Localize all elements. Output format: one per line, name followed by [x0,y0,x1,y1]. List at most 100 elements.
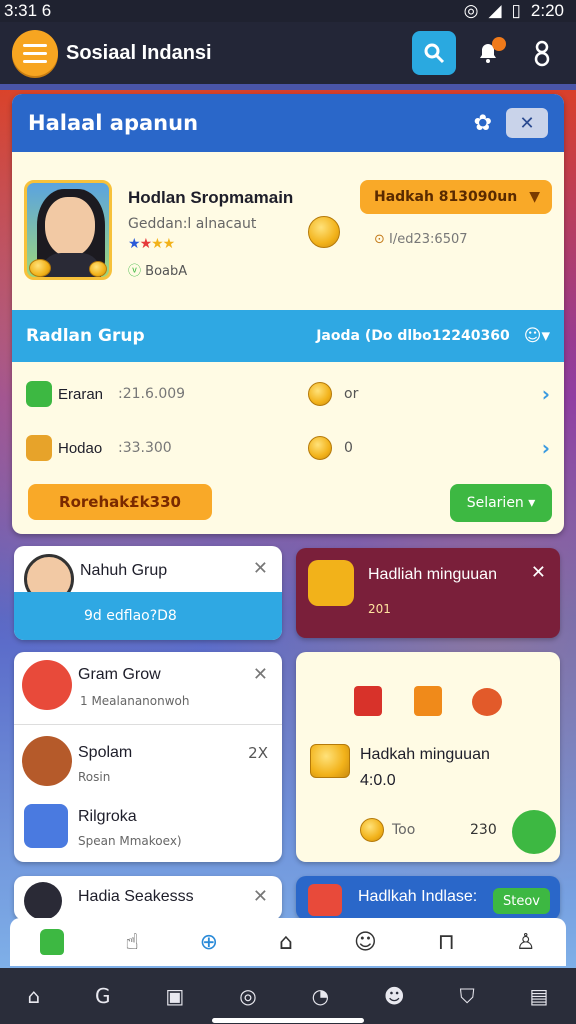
card-list: Gram Grow ✕ 1 Mealananonwoh Spolam 2X Ro… [14,652,282,862]
card-item-title: Gram Grow [78,666,161,683]
card-partial-blue[interactable]: Hadlkah Indlase: Steov [296,876,560,920]
row-label: Hodao [58,439,103,457]
group-bar[interactable]: Radlan Grup Jaoda (Do dlbo12240360 ☺▾ [12,310,564,362]
main-panel-title: Halaal apanun [28,111,199,135]
search-icon [424,43,445,64]
menu-button[interactable] [12,30,58,76]
card-button-label: Steov [503,893,540,909]
compass-icon[interactable]: ◔ [312,984,329,1008]
chevron-right-icon[interactable]: › [542,382,550,406]
card-right-label: 230 [470,822,497,838]
row-extra: or [344,386,359,402]
card-subtitle: 9d edflao?D8 [84,608,177,624]
reward-pill[interactable]: Hadkah 813090un ▼ [360,180,552,214]
notification-badge [492,37,506,51]
close-icon[interactable]: ✕ [253,886,268,907]
g-icon[interactable]: G [95,984,111,1008]
coin-icon [308,436,332,460]
profile-id: ⊙ I/ed23:6507 [374,232,468,247]
bonus-label: Rorehak£k330 [59,493,181,511]
shield-icon[interactable]: ⛉ [460,984,475,1008]
app-title: Sosiaal Indansi [66,41,212,64]
face-icon [472,688,502,716]
bonus-button[interactable]: Rorehak£k330 [28,484,212,520]
card-subtitle: 201 [368,602,391,616]
card-title: Hadliah minguuan [368,566,497,583]
profile-section: Hodlan Sropmamain Geddan:l alnacaut ★★★★… [24,180,554,290]
fab-button[interactable] [512,810,556,854]
avatar[interactable] [24,180,112,280]
home-icon[interactable]: ⌂ [27,984,40,1008]
profile-badge: ⓥ BoabA [128,260,187,279]
alarm-icon: ◎ [463,1,479,20]
card-button[interactable]: Steov [493,888,550,914]
close-icon[interactable]: ✕ [531,562,546,583]
close-button[interactable]: ✕ [506,108,548,138]
list-item[interactable]: Hodao :33.300 0 › [26,426,550,470]
hand-icon[interactable]: ☝ [125,930,138,955]
profile-name: Hodlan Sropmamain [128,188,294,207]
coin-icon [29,259,51,277]
row-value: :33.300 [118,440,172,456]
card-title: Hadkah minguuan [360,746,490,763]
chat-icon[interactable]: ▣ [165,984,184,1008]
home-tab-icon[interactable] [40,929,65,955]
avatar [24,882,62,920]
select-button[interactable]: Selarien ▾ [450,484,552,522]
rating-stars: ★★★★ [128,236,175,252]
card-item-sub: Rosin [78,770,111,784]
search-button[interactable] [412,31,456,75]
box-icon [414,686,442,716]
profile-badge-label: BoabA [145,264,188,279]
gift-icon [354,686,382,716]
close-icon[interactable]: ✕ [253,664,268,685]
battery-icon: ▯ [511,1,521,20]
notification-button[interactable] [466,31,510,75]
card-item-title: Spolam [78,744,133,761]
shop-icon [308,884,342,916]
profile-subtitle: Geddan:l alnacaut [128,216,257,232]
chevron-right-icon[interactable]: › [542,436,550,460]
row-value: :21.6.009 [118,386,186,402]
card-item-sub: 1 Mealananonwoh [80,694,190,708]
signal-icon: ◢ [488,1,502,20]
bottom-nav: ☝ ⊕ ⌂ ☺ ⊓ ♙ [10,918,566,966]
list-item[interactable]: Eraran :21.6.009 or › [26,372,550,416]
card-weekly-reward[interactable]: Hadliah minguuan ✕ 201 [296,548,560,638]
card-subtitle-bar: 9d edflao?D8 [14,592,282,640]
box-icon [24,804,68,848]
search-tab-icon[interactable]: ⊕ [200,930,218,955]
status-time-left: 3:31 6 [4,1,52,20]
gift-sys-icon[interactable]: ▤ [530,984,549,1008]
status-time-right: 2:20 [530,1,564,20]
search-sys-icon[interactable]: ◎ [239,984,256,1008]
avatar [22,660,72,710]
face-tab-icon[interactable]: ☺ [354,930,377,955]
person-icon[interactable]: ♙ [516,930,536,955]
box-icon [26,435,52,461]
card-weekly-bonus[interactable]: Hadkah minguuan 4:0.0 Too 230 [296,652,560,862]
coin-stack-icon [310,744,350,778]
card-value: 4:0.0 [360,772,396,789]
home-indicator [212,1018,364,1023]
coin-icon [308,216,340,248]
settings-icon[interactable]: ✿ [474,111,492,136]
card-title: Hadia Seakesss [78,888,194,905]
card-item-title: Rilgroka [78,808,137,825]
gift-icon [26,381,52,407]
reward-label: Hadkah 813090un [374,189,518,205]
profile-id-label: I/ed23:6507 [389,232,468,247]
house-icon[interactable]: ⌂ [279,930,293,955]
coin-icon [308,382,332,406]
card-partial[interactable]: Hadia Seakesss ✕ [14,876,282,920]
emoji-dropdown-icon[interactable]: ☺▾ [524,326,550,346]
emoji-icon[interactable]: ☻ [384,984,405,1008]
avatar [22,736,72,786]
close-icon[interactable]: ✕ [253,558,268,579]
basket-icon[interactable]: ⊓ [438,930,455,955]
profile-button[interactable] [520,31,564,75]
group-info: Jaoda (Do dlbo12240360 [316,328,510,344]
card-group[interactable]: Nahuh Grup ✕ 9d edflao?D8 [14,546,282,640]
gift-box-icon [308,560,354,606]
card-title: Hadlkah Indlase: [358,888,478,905]
